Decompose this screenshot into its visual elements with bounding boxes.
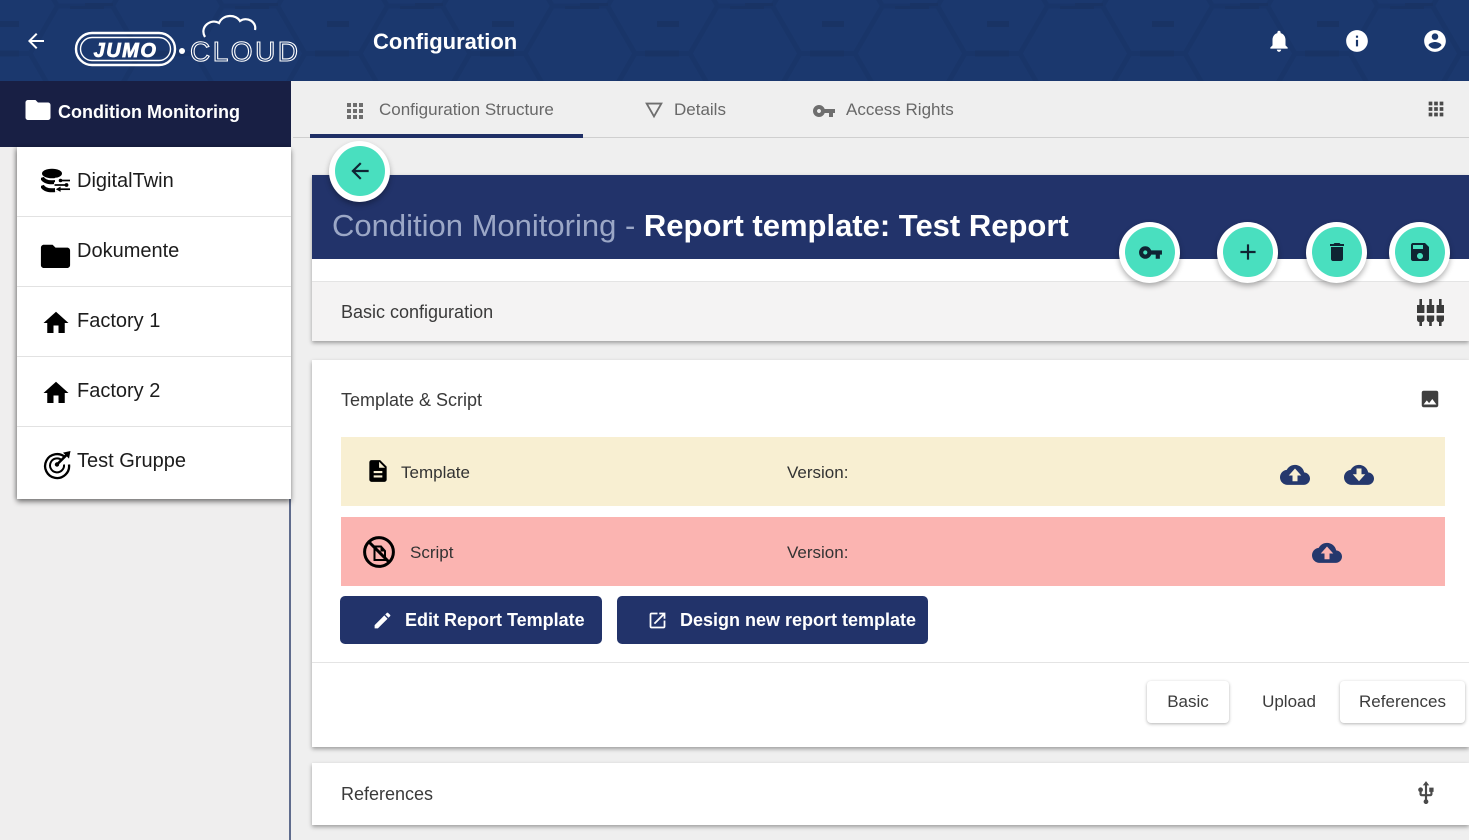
svg-text:JUMO: JUMO [94,40,158,62]
svg-text:CLOUD: CLOUD [190,36,301,67]
